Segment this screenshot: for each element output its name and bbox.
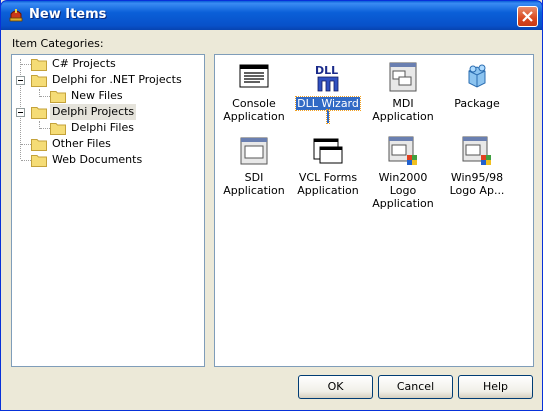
close-button[interactable] xyxy=(517,6,538,27)
item-label-line2: Logo Ap... xyxy=(449,184,505,197)
svg-text:DLL: DLL xyxy=(315,64,338,77)
mdi-app-icon xyxy=(389,62,417,92)
item-label-line2: Application xyxy=(372,110,434,123)
tree-line xyxy=(40,96,50,98)
dll-icon: DLL xyxy=(315,64,339,92)
collapse-toggle[interactable] xyxy=(16,108,25,117)
tree-line xyxy=(21,144,31,146)
item-label: VCL Forms xyxy=(298,171,358,184)
folder-icon xyxy=(31,155,47,167)
delphi-helmet-icon xyxy=(9,9,23,22)
items-view[interactable]: Console Application DLL DLL Wizard MDI App… xyxy=(214,54,534,367)
folder-icon xyxy=(31,139,47,151)
tree-line xyxy=(21,64,31,66)
item-label-line2: Application xyxy=(297,184,359,197)
tree-line xyxy=(40,128,50,130)
new-items-dialog: New Items Item Categories: C# Projects D… xyxy=(0,0,543,411)
title-bar[interactable]: New Items xyxy=(0,0,543,30)
tree-item-label: Delphi Files xyxy=(71,121,134,134)
item-label: Package xyxy=(454,97,500,110)
item-label: DLL Wizard xyxy=(295,96,361,111)
help-button[interactable]: Help xyxy=(458,375,533,399)
item-label: MDI xyxy=(392,97,414,110)
folder-icon xyxy=(50,123,66,135)
item-label-line2: Application xyxy=(223,110,285,123)
ok-button[interactable]: OK xyxy=(298,375,373,399)
window-title: New Items xyxy=(29,7,107,22)
open-folder-icon xyxy=(31,107,47,119)
win2000-logo-icon xyxy=(388,136,417,165)
tree-item-label: C# Projects xyxy=(52,57,116,70)
item-label: Win95/98 xyxy=(450,171,504,184)
tree-item-label: Other Files xyxy=(52,137,111,150)
folder-icon xyxy=(31,59,47,71)
tree-item-label: New Files xyxy=(71,89,123,102)
category-tree[interactable]: C# Projects Delphi for .NET Projects New… xyxy=(11,54,205,367)
close-icon xyxy=(522,11,533,22)
item-label: SDI xyxy=(244,171,264,184)
win95-logo-icon xyxy=(462,136,491,165)
console-app-icon xyxy=(239,64,269,88)
item-categories-label: Item Categories: xyxy=(12,37,104,50)
sdi-app-icon xyxy=(240,137,268,165)
package-icon xyxy=(468,64,486,88)
item-label-line2: Application xyxy=(223,184,285,197)
collapse-toggle[interactable] xyxy=(16,76,25,85)
item-label: Console xyxy=(232,97,276,110)
vcl-forms-icon xyxy=(313,138,343,164)
item-label-line2 xyxy=(326,109,330,124)
open-folder-icon xyxy=(31,75,47,87)
item-label-line2: Application xyxy=(372,197,434,210)
cancel-button[interactable]: Cancel xyxy=(378,375,453,399)
tree-item-label: Web Documents xyxy=(52,153,143,166)
tree-line xyxy=(21,160,31,162)
tree-item-label: Delphi for .NET Projects xyxy=(52,73,182,86)
folder-icon xyxy=(50,91,66,103)
tree-item-label: Delphi Projects xyxy=(50,104,137,120)
item-label: Win2000 Logo xyxy=(378,171,428,197)
